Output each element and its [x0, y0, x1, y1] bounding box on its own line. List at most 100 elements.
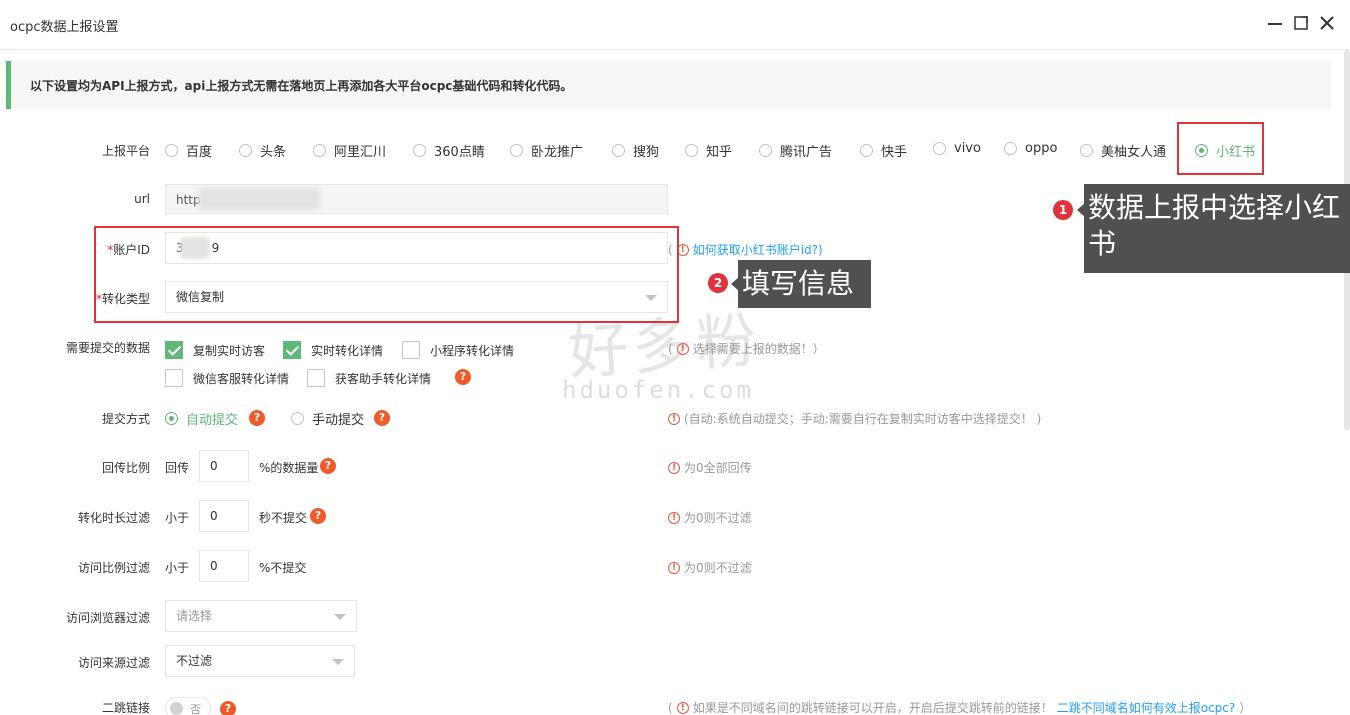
submit-mode-hint: ! (自动:系统自动提交；手动:需要自行在复制实时访客中选择提交！ ) [668, 410, 1041, 427]
visit-ratio-hint: ! 为0则不过滤 [668, 559, 752, 576]
submit-mode-label: 提交方式 [101, 412, 150, 426]
checkbox-realtime-conversion[interactable]: 实时转化详情 [283, 341, 383, 359]
help-icon[interactable]: ? [310, 508, 326, 524]
minimize-icon[interactable] [1266, 14, 1284, 32]
step2-badge: 2 [708, 273, 728, 293]
platform-radio-baidu[interactable]: 百度 [165, 141, 212, 160]
chevron-down-icon [334, 614, 346, 620]
submit-data-hint: (! 选择需要上报的数据！） [668, 341, 825, 357]
help-icon[interactable]: ? [374, 410, 390, 426]
duration-suffix: 秒不提交 [259, 511, 308, 525]
redirect-help-link[interactable]: 二跳不同域名如何有效上报ocpc? [1057, 699, 1236, 715]
window-titlebar: ocpc数据上报设置 [0, 0, 1350, 50]
source-filter-select[interactable]: 不过滤 [165, 645, 355, 677]
radio-dot [612, 144, 625, 157]
checkbox-box [307, 369, 325, 387]
ratio-label: 回传比例 [101, 461, 150, 475]
radio-auto-submit[interactable]: 自动提交 [165, 409, 238, 428]
radio-dot [413, 144, 426, 157]
ratio-hint: ! 为0全部回传 [668, 459, 752, 476]
checkbox-wechat-service[interactable]: 微信客服转化详情 [165, 369, 289, 387]
account-help-link[interactable]: 如何获取小红书账户id?) [693, 241, 823, 258]
radio-dot [1080, 144, 1093, 157]
info-icon: ! [676, 701, 689, 714]
window-title: ocpc数据上报设置 [10, 20, 119, 35]
radio-dot [933, 142, 946, 155]
duration-prefix: 小于 [165, 511, 190, 525]
browser-filter-label: 访问浏览器过滤 [65, 611, 150, 625]
platform-radio-360[interactable]: 360点睛 [413, 141, 485, 160]
help-icon[interactable]: ? [249, 410, 265, 426]
notice-text: 以下设置均为API上报方式，api上报方式无需在落地页上再添加各大平台ocpc基… [30, 79, 573, 93]
browser-filter-select[interactable]: 请选择 [165, 600, 357, 632]
submit-data-label: 需要提交的数据 [65, 341, 150, 355]
checkbox-box [165, 369, 183, 387]
radio-dot [1004, 142, 1017, 155]
platform-radio-vivo[interactable]: vivo [933, 141, 981, 156]
checkbox-customer-assistant[interactable]: 获客助手转化详情 [307, 369, 431, 387]
platform-radio-toutiao[interactable]: 头条 [239, 141, 286, 160]
duration-filter-label: 转化时长过滤 [77, 511, 150, 525]
url-label: url [134, 192, 150, 206]
ratio-suffix: %的数据量 [259, 461, 319, 475]
info-icon: ! [676, 342, 689, 355]
info-icon: ! [668, 461, 680, 474]
redirect-label: 二跳链接 [101, 701, 150, 715]
info-icon: ! [668, 511, 680, 524]
checkbox-box [283, 341, 301, 359]
maximize-icon[interactable] [1292, 14, 1310, 32]
ratio-prefix: 回传 [165, 461, 190, 475]
visit-ratio-filter-label: 访问比例过滤 [77, 561, 150, 575]
platform-radio-oppo[interactable]: oppo [1004, 141, 1057, 156]
radio-dot [239, 144, 252, 157]
duration-input[interactable]: 0 [199, 500, 249, 532]
help-icon[interactable]: ? [220, 701, 236, 715]
duration-hint: ! 为0则不过滤 [668, 509, 752, 526]
step1-badge: 1 [1053, 200, 1073, 220]
visit-ratio-input[interactable]: 0 [199, 550, 249, 582]
watermark-en: hduofen.com [562, 376, 754, 404]
ratio-input[interactable]: 0 [199, 450, 249, 482]
platform-radio-tencent[interactable]: 腾讯广告 [759, 141, 832, 160]
checkbox-realtime-visitor[interactable]: 复制实时访客 [165, 341, 265, 359]
radio-dot [165, 412, 178, 425]
chevron-down-icon [332, 659, 344, 665]
annotation-box-info [94, 226, 679, 323]
platform-radio-wolong[interactable]: 卧龙推广 [510, 141, 583, 160]
redirect-toggle[interactable]: 否 [165, 697, 211, 715]
toggle-knob [170, 702, 183, 715]
checkbox-box [165, 341, 183, 359]
checkbox-box [402, 341, 420, 359]
platform-label: 上报平台 [101, 144, 150, 158]
radio-dot [685, 144, 698, 157]
help-icon[interactable]: ? [455, 369, 471, 385]
radio-dot [313, 144, 326, 157]
radio-dot [860, 144, 873, 157]
info-icon: ! [668, 561, 680, 574]
platform-radio-ali[interactable]: 阿里汇川 [313, 141, 386, 160]
notice-banner: 以下设置均为API上报方式，api上报方式无需在落地页上再添加各大平台ocpc基… [6, 61, 1331, 109]
close-icon[interactable] [1318, 14, 1336, 32]
account-help: (! 如何获取小红书账户id?) [668, 241, 823, 258]
radio-dot [165, 144, 178, 157]
platform-radio-kuaishou[interactable]: 快手 [860, 141, 907, 160]
platform-radio-zhihu[interactable]: 知乎 [685, 141, 732, 160]
radio-manual-submit[interactable]: 手动提交 [291, 409, 364, 428]
redacted-url [198, 188, 320, 210]
url-value: http [176, 193, 201, 207]
radio-dot [291, 412, 304, 425]
step2-callout: 填写信息 [738, 260, 871, 308]
checkbox-miniprogram[interactable]: 小程序转化详情 [402, 341, 514, 359]
platform-radio-sogou[interactable]: 搜狗 [612, 141, 659, 160]
annotation-box-platform [1177, 122, 1264, 175]
source-filter-label: 访问来源过滤 [77, 656, 150, 670]
redirect-hint: (! 如果是不同域名间的跳转链接可以开启，开启后提交跳转前的链接！ 二跳不同域名如何… [668, 699, 1252, 715]
platform-radio-meiyou[interactable]: 美柚女人通 [1080, 141, 1166, 160]
step1-callout: 数据上报中选择小红书 [1084, 184, 1350, 273]
radio-dot [510, 144, 523, 157]
radio-dot [759, 144, 772, 157]
visit-ratio-suffix: %不提交 [259, 561, 307, 575]
info-icon: ! [668, 412, 680, 425]
help-icon[interactable]: ? [320, 458, 336, 474]
visit-ratio-prefix: 小于 [165, 561, 190, 575]
